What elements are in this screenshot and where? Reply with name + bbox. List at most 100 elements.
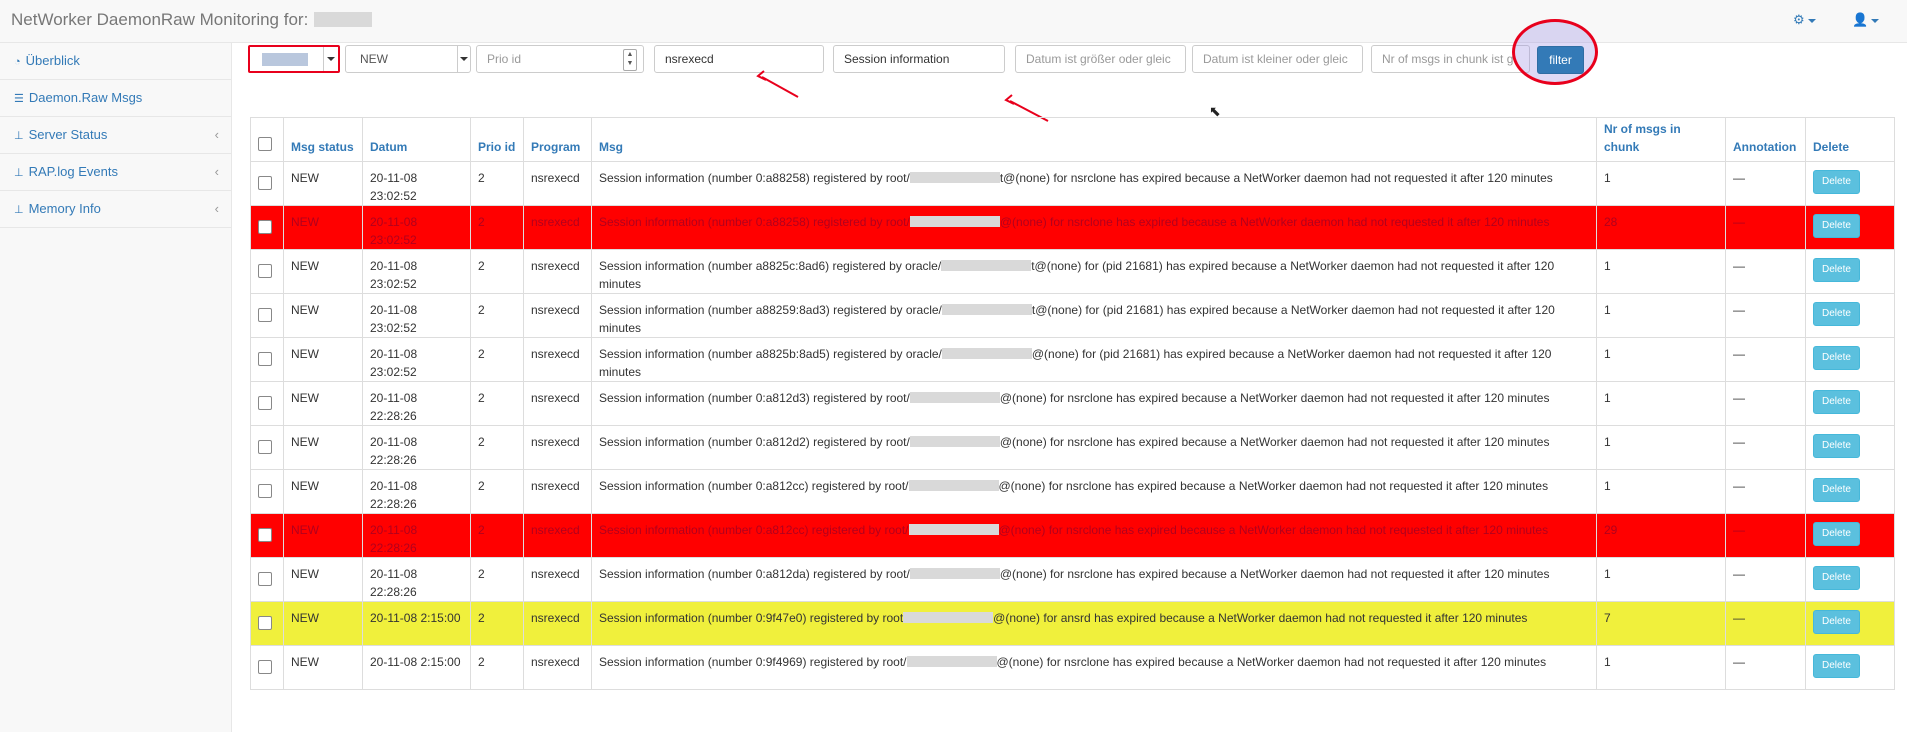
row-checkbox[interactable]	[258, 616, 272, 630]
prio-id-stepper[interactable]: ▲ ▼	[623, 49, 637, 71]
delete-button[interactable]: Delete	[1813, 170, 1860, 194]
delete-button[interactable]: Delete	[1813, 346, 1860, 370]
delete-button[interactable]: Delete	[1813, 654, 1860, 678]
row-checkbox[interactable]	[258, 176, 272, 190]
msg-text-end: @(none) for nsrclone has expired because…	[996, 655, 1547, 669]
redacted-hostname	[906, 656, 997, 667]
delete-button[interactable]: Delete	[1813, 522, 1860, 546]
filter-bar: NEW ▲▼ filter	[248, 19, 1907, 85]
redacted-hostname	[941, 304, 1032, 315]
prio-cell: 2	[470, 161, 524, 206]
status-cell: NEW	[283, 161, 363, 206]
row-select-cell	[250, 425, 284, 470]
msg-status-value: NEW	[360, 52, 388, 66]
row-checkbox[interactable]	[258, 308, 272, 322]
msg-text-start: Session information (number 0:a88258) re…	[599, 215, 910, 229]
row-select-cell	[250, 557, 284, 602]
msg-cell: Session information (number 0:a812d2) re…	[591, 425, 1597, 470]
msg-text-start: Session information (number a8825b:8ad5)…	[599, 347, 942, 361]
row-checkbox[interactable]	[258, 396, 272, 410]
status-cell: NEW	[283, 249, 363, 294]
status-cell: NEW	[283, 293, 363, 338]
msg-status-select[interactable]: NEW	[345, 45, 471, 73]
delete-button[interactable]: Delete	[1813, 566, 1860, 590]
nr-msgs-cell: 1	[1596, 161, 1726, 206]
delete-button[interactable]: Delete	[1813, 390, 1860, 414]
msg-text-end: @(none) for ansrd has expired because a …	[993, 611, 1528, 625]
prio-cell: 2	[470, 645, 524, 690]
status-cell: NEW	[283, 601, 363, 646]
program-cell: nsrexecd	[523, 249, 592, 294]
date-less-input[interactable]	[1192, 45, 1363, 73]
table-row: NEW 20-11-08 23:02:52 2 nsrexecd Session inf…	[250, 161, 1895, 206]
col-header-program[interactable]: Program	[523, 117, 592, 162]
row-checkbox[interactable]	[258, 528, 272, 542]
msg-filter-input[interactable]	[833, 45, 1005, 73]
redacted-hostname	[909, 568, 1000, 579]
row-checkbox[interactable]	[258, 572, 272, 586]
program-filter-input[interactable]	[654, 45, 824, 73]
row-checkbox[interactable]	[258, 220, 272, 234]
program-cell: nsrexecd	[523, 205, 592, 250]
msg-text-start: Session information (number 0:9f4969) re…	[599, 655, 907, 669]
date-greater-input[interactable]	[1015, 45, 1186, 73]
delete-button[interactable]: Delete	[1813, 214, 1860, 238]
sitemap-icon: ⊥	[14, 167, 24, 179]
sidebar-item-memory-info[interactable]: ⊥ Memory Info ‹	[0, 191, 231, 228]
delete-button[interactable]: Delete	[1813, 610, 1860, 634]
settings-menu-button[interactable]: ⚙	[1793, 12, 1816, 28]
dropdown-toggle[interactable]	[457, 46, 470, 72]
delete-button[interactable]: Delete	[1813, 258, 1860, 282]
msg-text-start: Session information (number a88259:8ad3)…	[599, 303, 942, 317]
row-checkbox[interactable]	[258, 264, 272, 278]
row-checkbox[interactable]	[258, 660, 272, 674]
annotation-cell: —	[1725, 337, 1806, 382]
dropdown-toggle[interactable]	[323, 47, 338, 71]
annotation-cell: —	[1725, 601, 1806, 646]
redacted-hostname	[908, 480, 999, 491]
prio-cell: 2	[470, 601, 524, 646]
sidebar-item-rap-log-events[interactable]: ⊥ RAP.log Events ‹	[0, 154, 231, 191]
filter-button[interactable]: filter	[1537, 46, 1584, 74]
col-header-msg[interactable]: Msg	[591, 117, 1597, 162]
nr-msgs-input[interactable]	[1371, 45, 1530, 73]
chevron-left-icon: ‹	[214, 201, 219, 216]
row-checkbox[interactable]	[258, 484, 272, 498]
nr-msgs-cell: 1	[1596, 293, 1726, 338]
host-select[interactable]	[248, 45, 340, 73]
datum-cell: 20-11-08 23:02:52	[362, 161, 471, 206]
col-header-status[interactable]: Msg status	[283, 117, 363, 162]
datum-cell: 20-11-08 23:02:52	[362, 249, 471, 294]
prio-cell: 2	[470, 469, 524, 514]
sidebar-item-daemon-raw-msgs[interactable]: ☰ Daemon.Raw Msgs	[0, 80, 231, 117]
select-all-checkbox[interactable]	[258, 137, 272, 151]
annotation-cell: —	[1725, 293, 1806, 338]
prio-cell: 2	[470, 557, 524, 602]
sidebar-item-ueberblick[interactable]: ◔ Überblick	[0, 43, 231, 80]
sidebar-item-server-status[interactable]: ⊥ Server Status ‹	[0, 117, 231, 154]
sidebar-item-label: Memory Info	[28, 201, 101, 216]
program-cell: nsrexecd	[523, 293, 592, 338]
delete-button[interactable]: Delete	[1813, 302, 1860, 326]
datum-cell: 20-11-08 22:28:26	[362, 469, 471, 514]
msg-text-end: @(none) for nsrclone has expired because…	[999, 391, 1550, 405]
delete-button[interactable]: Delete	[1813, 434, 1860, 458]
col-header-annotation[interactable]: Annotation	[1725, 117, 1806, 162]
row-checkbox[interactable]	[258, 352, 272, 366]
col-header-prio[interactable]: Prio id	[470, 117, 524, 162]
msg-text-end: @(none) for nsrclone has expired because…	[999, 215, 1550, 229]
annotation-cell: —	[1725, 161, 1806, 206]
msg-cell: Session information (number 0:a812d3) re…	[591, 381, 1597, 426]
user-menu-button[interactable]: 👤	[1852, 12, 1880, 28]
row-select-cell	[250, 645, 284, 690]
delete-button[interactable]: Delete	[1813, 478, 1860, 502]
datum-cell: 20-11-08 22:28:26	[362, 557, 471, 602]
prio-cell: 2	[470, 337, 524, 382]
row-checkbox[interactable]	[258, 440, 272, 454]
prio-id-input[interactable]	[476, 45, 644, 73]
col-header-datum[interactable]: Datum	[362, 117, 471, 162]
sitemap-icon: ⊥	[14, 204, 24, 216]
msg-cell: Session information (number 0:9f47e0) re…	[591, 601, 1597, 646]
col-header-nr[interactable]: Nr of msgs in chunk	[1596, 117, 1726, 162]
table-row: NEW 20-11-08 22:28:26 2 nsrexecd Session inf…	[250, 469, 1895, 514]
